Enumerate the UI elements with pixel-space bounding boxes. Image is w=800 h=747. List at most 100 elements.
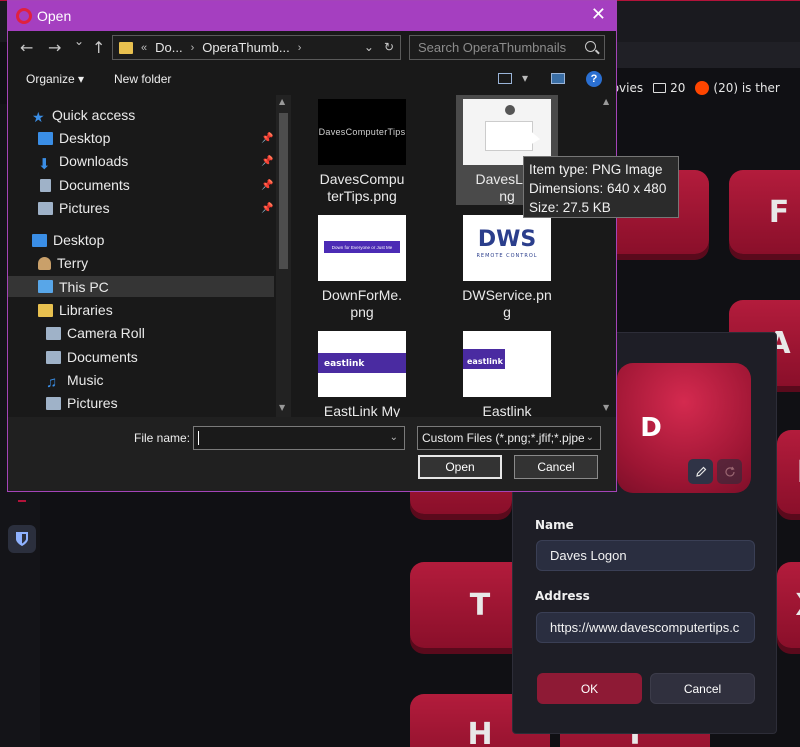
file-name-input[interactable]: ⌄ [193, 426, 405, 450]
address-field[interactable]: https://www.davescomputertips.c [536, 612, 755, 643]
address-bar[interactable]: « Do... › OperaThumb... › ⌄ ↻ [112, 35, 401, 60]
navigation-scrollbar[interactable]: ▲ ▼ [276, 95, 291, 417]
nav-desktop-pinned[interactable]: Desktop [38, 130, 110, 146]
new-folder-button[interactable]: New folder [114, 72, 171, 86]
desktop-icon [32, 233, 47, 247]
tile-letter: D [640, 413, 662, 443]
search-icon [585, 41, 596, 52]
reddit-icon [695, 81, 710, 95]
file-item[interactable]: eastlink Eastlink [456, 327, 558, 417]
file-tooltip: Item type: PNG Image Dimensions: 640 x 4… [523, 156, 679, 218]
nav-library-documents[interactable]: Documents [46, 349, 138, 365]
back-arrow-icon[interactable]: ← [20, 38, 33, 57]
breadcrumb-separator[interactable]: › [191, 42, 195, 54]
scroll-down-icon[interactable]: ▼ [603, 403, 609, 412]
nav-desktop[interactable]: Desktop [32, 232, 104, 248]
dialog-titlebar[interactable]: Open ✕ [8, 1, 616, 31]
breadcrumb-documents[interactable]: Do... [155, 40, 182, 55]
organize-menu[interactable]: Organize ▾ [26, 72, 84, 86]
refresh-icon [724, 466, 735, 476]
recent-locations-icon[interactable]: ⌄ [74, 34, 84, 48]
search-input[interactable]: Search OperaThumbnails [409, 35, 605, 60]
refresh-icon[interactable]: ↻ [384, 40, 394, 54]
scroll-thumb[interactable] [279, 113, 288, 269]
nav-this-pc[interactable]: This PC [8, 276, 274, 297]
key-tile-f-mid[interactable]: F [777, 430, 800, 514]
open-file-dialog: Open ✕ ← → ⌄ ↑ « Do... › OperaThumb... ›… [7, 0, 617, 492]
nav-library-pictures[interactable]: Pictures [46, 395, 118, 411]
nav-terry[interactable]: Terry [38, 255, 88, 271]
edit-thumbnail-button[interactable] [688, 459, 713, 484]
nav-documents-pinned[interactable]: Documents [38, 177, 130, 193]
browser-tab-strip [616, 42, 800, 68]
camera-roll-icon [46, 326, 61, 340]
cancel-button[interactable]: Cancel [514, 455, 598, 479]
breadcrumb-separator[interactable]: › [298, 42, 302, 54]
bookmark-reddit[interactable]: (20) is ther [695, 81, 780, 95]
document-icon [40, 178, 51, 192]
file-item[interactable]: Down for Everyone or Just Me DownForMe. p… [311, 211, 413, 321]
pin-icon: 📌 [261, 133, 274, 144]
key-tile-x[interactable]: X [777, 562, 800, 648]
file-item[interactable]: eastlink EastLink My [311, 327, 413, 417]
nav-libraries[interactable]: Libraries [38, 302, 113, 318]
overflow-chevron[interactable]: « [141, 42, 147, 54]
file-thumbnail: DavesComputerTips [318, 99, 406, 165]
open-button[interactable]: Open [418, 455, 502, 479]
desktop-icon [38, 131, 53, 145]
reload-thumbnail-button[interactable] [717, 459, 742, 484]
bookmarks-bar: movies 20 (20) is ther [600, 72, 800, 104]
nav-music[interactable]: ♫ Music [46, 372, 104, 391]
pictures-icon [38, 201, 53, 215]
file-thumbnail: eastlink [463, 331, 551, 397]
name-label: Name [535, 518, 574, 532]
computer-icon [38, 280, 53, 293]
star-icon: ★ [32, 108, 45, 125]
command-toolbar: Organize ▾ New folder ▾ ? [8, 65, 616, 95]
close-icon[interactable]: ✕ [591, 5, 606, 25]
help-icon[interactable]: ? [586, 71, 602, 87]
up-arrow-icon[interactable]: ↑ [92, 38, 105, 57]
search-placeholder: Search OperaThumbnails [418, 40, 567, 55]
nav-camera-roll[interactable]: Camera Roll [46, 325, 145, 341]
edit-cancel-button[interactable]: Cancel [650, 673, 755, 704]
opera-logo-icon [16, 8, 32, 24]
file-type-select[interactable]: Custom Files (*.png;*.jfif;*.pjpe ⌄ [417, 426, 601, 450]
nav-pictures-pinned[interactable]: Pictures [38, 200, 110, 216]
file-list-scrollbar[interactable]: ▲ ▼ [600, 95, 615, 417]
scroll-up-icon[interactable]: ▲ [603, 97, 609, 106]
file-thumbnail: Down for Everyone or Just Me [318, 215, 406, 281]
ok-button[interactable]: OK [537, 673, 642, 704]
user-icon [38, 256, 51, 270]
forward-arrow-icon[interactable]: → [48, 38, 61, 57]
scroll-down-icon[interactable]: ▼ [279, 403, 285, 412]
document-icon [46, 350, 61, 364]
file-item[interactable]: DavesComputerTips DavesCompu terTips.png [311, 95, 413, 205]
breadcrumb-operathumbnails[interactable]: OperaThumb... [202, 40, 289, 55]
scroll-up-icon[interactable]: ▲ [279, 97, 285, 106]
address-dropdown-icon[interactable]: ⌄ [364, 40, 374, 54]
pictures-icon [46, 396, 61, 410]
key-tile-f-top[interactable]: F [729, 170, 800, 254]
libraries-icon [38, 303, 53, 317]
file-thumbnail: eastlink [318, 331, 406, 397]
address-label: Address [535, 589, 590, 603]
file-name-label: File name: [134, 431, 191, 445]
download-icon: ⬇ [38, 155, 51, 173]
dialog-footer: File name: ⌄ Custom Files (*.png;*.jfif;… [8, 417, 616, 491]
bookmark-folder-20[interactable]: 20 [653, 81, 685, 95]
view-dropdown-icon[interactable]: ▾ [522, 71, 528, 85]
music-icon: ♫ [46, 373, 58, 391]
sidebar-divider [18, 500, 26, 502]
text-caret [198, 431, 199, 445]
bitwarden-icon[interactable] [8, 525, 36, 553]
nav-quick-access[interactable]: ★ Quick access [32, 107, 135, 125]
preview-pane-icon[interactable] [551, 73, 565, 84]
chevron-down-icon[interactable]: ⌄ [390, 432, 398, 443]
nav-downloads[interactable]: ⬇ Downloads [38, 153, 128, 173]
file-list: DavesComputerTips DavesCompu terTips.png … [300, 95, 600, 417]
pin-icon: 📌 [261, 156, 274, 167]
file-item[interactable]: DWS REMOTE CONTROL DWService.pn g [456, 211, 558, 321]
change-view-icon[interactable] [498, 73, 512, 84]
name-field[interactable]: Daves Logon [536, 540, 755, 571]
